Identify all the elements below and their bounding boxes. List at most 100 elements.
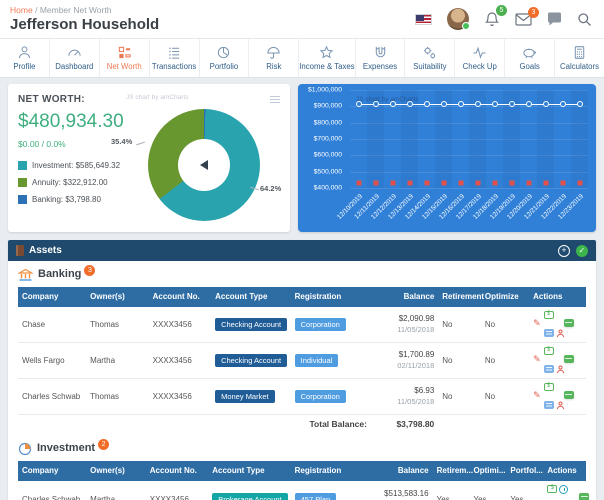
chart-menu-icon[interactable] (270, 94, 280, 105)
tab-dashboard[interactable]: Dashboard (50, 39, 100, 77)
dollar-action-icon[interactable]: $ (547, 485, 558, 493)
assets-header-bar: Assets + ✓ (8, 240, 596, 261)
column-header: Balance (403, 292, 435, 301)
column-header: Account Type (212, 466, 265, 475)
add-asset-button[interactable]: + (558, 244, 570, 257)
tab-label: Suitability (413, 62, 447, 71)
red-squares-marker (577, 180, 582, 186)
column-header: Retirem... (436, 466, 474, 475)
red-squares-marker (543, 180, 548, 186)
tab-risk[interactable]: Risk (249, 39, 300, 77)
red-squares-marker (424, 180, 429, 186)
table-row: Charles Schwab Thomas XXXX3456 Money Market… (18, 379, 586, 415)
account-cell: XXXX3456 (149, 494, 189, 500)
chat-icon[interactable] (547, 12, 562, 26)
tab-suitability[interactable]: Suitability (405, 39, 456, 77)
edit-action-icon[interactable]: ✎ (533, 355, 541, 366)
account-cell: XXXX3456 (152, 391, 192, 401)
type-badge: Checking Account (215, 317, 288, 332)
red-squares-marker (356, 180, 361, 186)
tab-label: Portfolio (209, 62, 239, 71)
y-tick-label: $600,000 (313, 151, 342, 159)
dollar-action-icon[interactable]: $ (543, 311, 554, 319)
registration-cell: Individual (291, 350, 373, 371)
red-squares-marker (441, 180, 446, 186)
white-circles-line-marker (440, 101, 447, 108)
user-avatar[interactable] (447, 8, 470, 30)
column-header: Registration (294, 292, 342, 301)
card-action-icon[interactable] (563, 355, 574, 363)
owners-cell: Martha (90, 355, 116, 365)
card-action-icon[interactable] (579, 493, 590, 500)
pie-icon (218, 46, 230, 59)
owners-cell: Thomas (90, 391, 120, 401)
messages-badge: 3 (528, 6, 539, 18)
top-header: Home / Member Net Worth Jefferson Househ… (0, 0, 604, 38)
line-chart-plot: 12/10/2019 12/11/2019 12/12/2019 12/13/2019… (335, 90, 588, 221)
dollar-action-icon[interactable]: $ (543, 347, 554, 355)
tab-check-up[interactable]: Check Up (455, 39, 506, 77)
tab-goals[interactable]: Goals (505, 39, 556, 77)
tab-expenses[interactable]: Expenses (356, 39, 406, 77)
edit-action-icon[interactable]: ✎ (533, 319, 541, 330)
card-action-icon[interactable] (563, 319, 574, 327)
tab-portfolio[interactable]: Portfolio (200, 39, 250, 77)
actions-cell: ✎ $ (529, 379, 586, 414)
notifications-badge: 5 (496, 5, 507, 16)
breadcrumb-home-link[interactable]: Home (10, 5, 33, 15)
balance-date: 11/05/2018 (397, 397, 435, 407)
person-action-icon[interactable] (556, 329, 565, 338)
gridline (350, 188, 588, 189)
column-header: Optimize (484, 292, 519, 301)
breadcrumb: Home / Member Net Worth (10, 5, 159, 15)
layers-action-icon[interactable] (543, 365, 554, 373)
company-cell: Wells Fargo (22, 355, 65, 365)
donut-back-triangle-icon (200, 160, 208, 170)
total-balance-value: $3,798.80 (396, 419, 435, 429)
assets-wallet-icon (16, 245, 24, 256)
clock-action-icon[interactable] (559, 485, 569, 494)
retirement-cell: Yes (436, 494, 450, 500)
layers-action-icon[interactable] (543, 401, 554, 409)
person-action-icon[interactable] (556, 401, 565, 410)
confirm-button[interactable]: ✓ (576, 244, 588, 257)
white-circles-line-marker (474, 101, 481, 108)
search-icon[interactable] (577, 12, 592, 27)
assets-title: Assets (29, 245, 62, 256)
balance-amount: $2,090.98 (398, 314, 435, 324)
tab-label: Income & Taxes (299, 62, 355, 71)
person-action-icon[interactable] (556, 365, 565, 374)
total-balance-label: Total Balance: (309, 419, 367, 429)
tab-income-taxes[interactable]: Income & Taxes (299, 39, 356, 77)
tab-label: Net Worth (106, 62, 142, 71)
edit-action-icon[interactable]: ✎ (533, 391, 541, 402)
white-circles-line-marker (576, 101, 583, 108)
assets-card: Assets + ✓ Banking 3 Company Owner(s) Acco… (8, 240, 596, 500)
column-header: Account No. (152, 292, 200, 301)
language-flag-icon[interactable] (415, 13, 432, 25)
y-tick-label: $700,000 (313, 135, 342, 143)
balance-cell: $6.93 11/05/2018 (373, 382, 438, 410)
column-header: Balance (397, 466, 429, 475)
registration-cell: Corporation (291, 314, 373, 335)
card-action-icon[interactable] (563, 391, 574, 399)
tab-calculators[interactable]: Calculators (555, 39, 604, 77)
layers-action-icon[interactable] (543, 329, 554, 337)
tab-profile[interactable]: Profile (0, 39, 50, 77)
tab-transactions[interactable]: Transactions (150, 39, 200, 77)
title-block: Home / Member Net Worth Jefferson Househ… (10, 5, 159, 33)
retirement-cell: No (442, 319, 453, 329)
networth-history-chart: JS chart by amCharts $1,000,000 $900,000 $… (298, 84, 596, 232)
content-row: JS chart by amCharts NET WORTH: $480,934… (0, 78, 604, 232)
header-icons: 5 3 (415, 5, 592, 30)
dollar-action-icon[interactable]: $ (543, 383, 554, 391)
company-cell: Charles Schwab (22, 391, 81, 401)
tab-label: Risk (266, 62, 282, 71)
table-row: Chase Thomas XXXX3456 Checking Account Corpo… (18, 307, 586, 343)
retirement-cell: No (442, 355, 453, 365)
notifications-bell-icon[interactable]: 5 (484, 5, 507, 27)
messages-envelope-icon[interactable]: 3 (515, 6, 539, 26)
registration-badge: 457 Plan (294, 492, 337, 500)
tab-net-worth[interactable]: Net Worth (100, 39, 150, 77)
bank-icon (18, 268, 33, 281)
